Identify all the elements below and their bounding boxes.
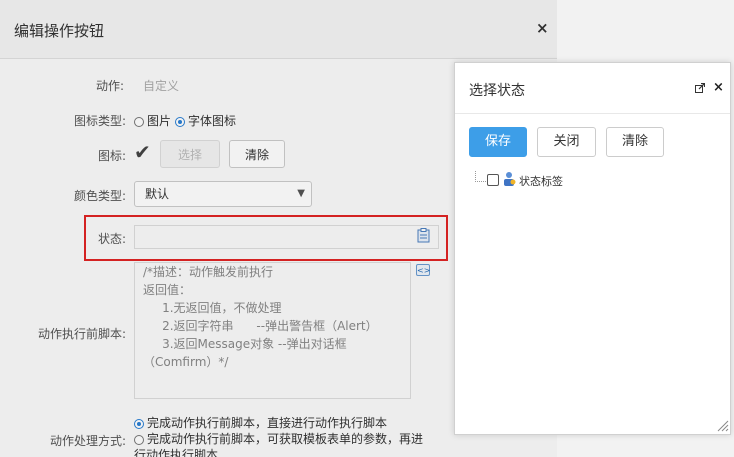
modal-title: 选择状态 bbox=[469, 83, 525, 99]
icon-type-font-radio[interactable]: 字体图标 bbox=[175, 112, 236, 129]
close-icon[interactable]: × bbox=[713, 80, 724, 95]
clear-button[interactable]: 清除 bbox=[606, 127, 664, 157]
clear-icon-button[interactable]: 清除 bbox=[229, 140, 285, 168]
radio-circle-selected bbox=[175, 117, 185, 127]
select-state-modal: 选择状态 × 保存 关闭 清除 状态标签 bbox=[454, 62, 731, 435]
icon-type-image-label: 图片 bbox=[147, 114, 172, 128]
icon-type-image-radio[interactable]: 图片 bbox=[134, 112, 171, 129]
save-button[interactable]: 保存 bbox=[469, 127, 527, 157]
color-type-label: 颜色类型: bbox=[73, 189, 126, 203]
resize-handle-icon[interactable] bbox=[717, 420, 729, 432]
select-icon-button[interactable]: 选择 bbox=[160, 140, 220, 168]
dialog-title: 编辑操作按钮 bbox=[14, 22, 105, 40]
close-button[interactable]: 关闭 bbox=[537, 127, 596, 157]
handling-template-label: 完成动作执行前脚本，可获取模板表单的参数，再进行动作执行脚本 bbox=[134, 432, 424, 457]
clipboard-icon[interactable] bbox=[417, 228, 430, 243]
checkmark-icon: ✔ bbox=[134, 140, 151, 164]
icon-type-label: 图标类型: bbox=[73, 114, 126, 128]
pre-script-editor[interactable]: /*描述：动作触发前执行 返回值： 1.无返回值，不做处理 2.返回字符串 --… bbox=[134, 262, 411, 399]
handling-direct-radio[interactable]: 完成动作执行前脚本，直接进行动作执行脚本 bbox=[134, 414, 387, 431]
dialog-header: 编辑操作按钮 × bbox=[0, 0, 557, 59]
radio-circle bbox=[134, 117, 144, 127]
handling-template-radio[interactable]: 完成动作执行前脚本，可获取模板表单的参数，再进行动作执行脚本 bbox=[134, 431, 424, 457]
external-link-icon[interactable] bbox=[695, 83, 705, 93]
handling-label: 动作处理方式: bbox=[49, 434, 126, 448]
dialog-close-icon[interactable]: × bbox=[536, 19, 549, 37]
state-label: 状态: bbox=[97, 232, 126, 246]
icon-label: 图标: bbox=[97, 149, 126, 163]
radio-circle bbox=[134, 435, 144, 445]
pre-script-label: 动作执行前脚本: bbox=[37, 327, 126, 341]
code-icon[interactable]: <> bbox=[416, 264, 430, 276]
user-group-icon bbox=[504, 172, 516, 186]
radio-circle-selected bbox=[134, 419, 144, 429]
color-type-select[interactable]: 默认 ▼ bbox=[134, 181, 312, 207]
action-value: 自定义 bbox=[143, 79, 180, 93]
handling-direct-label: 完成动作执行前脚本，直接进行动作执行脚本 bbox=[147, 416, 388, 430]
action-label: 动作: bbox=[95, 79, 124, 93]
color-type-value: 默认 bbox=[145, 187, 170, 201]
state-input[interactable] bbox=[134, 225, 439, 249]
modal-header: 选择状态 × bbox=[455, 63, 730, 114]
tree-node-label[interactable]: 状态标签 bbox=[519, 173, 563, 189]
icon-type-font-label: 字体图标 bbox=[188, 114, 237, 128]
chevron-down-icon: ▼ bbox=[297, 188, 305, 199]
tree-node-checkbox[interactable] bbox=[487, 174, 499, 186]
